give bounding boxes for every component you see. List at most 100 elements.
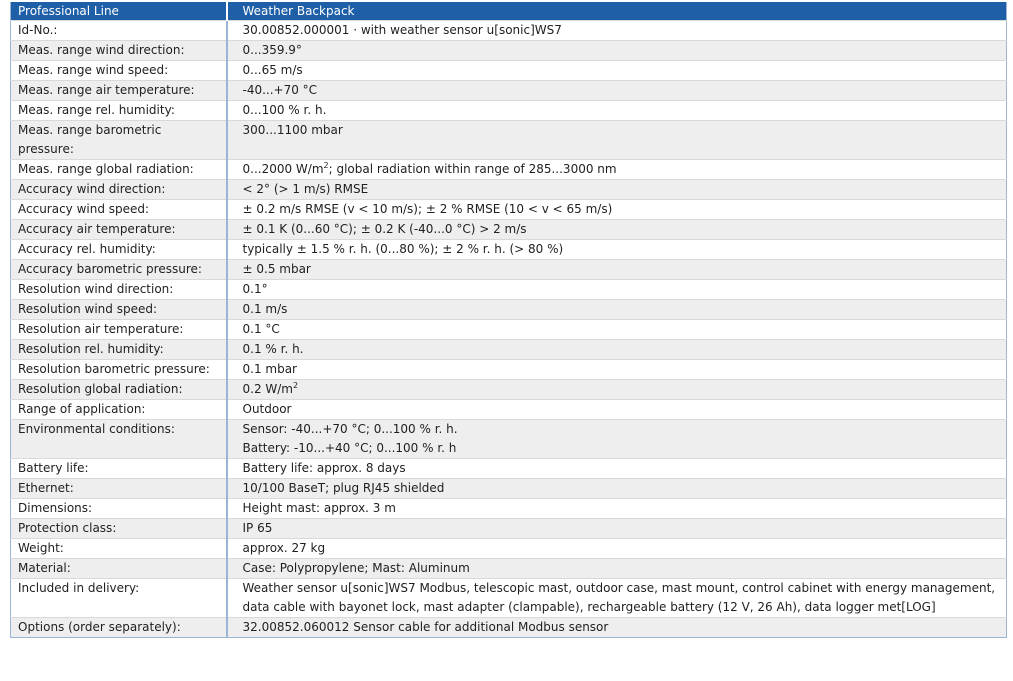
spec-value-text: 0.1 °C xyxy=(242,322,280,336)
table-row: Meas. range barometric pressure: 300...11… xyxy=(10,120,1007,160)
spec-value: IP 65 xyxy=(225,518,1007,539)
spec-value: 0...65 m/s xyxy=(225,60,1007,81)
table-row: Ethernet: 10/100 BaseT; plug RJ45 shielde… xyxy=(10,478,1007,499)
spec-value-text: 0.1 m/s xyxy=(242,302,288,316)
table-row: Options (order separately): 32.00852.0600… xyxy=(10,617,1007,638)
spec-label: Resolution rel. humidity: xyxy=(10,339,227,360)
spec-value: Outdoor xyxy=(225,399,1007,420)
spec-value: 0.1 mbar xyxy=(225,359,1007,380)
spec-label: Resolution air temperature: xyxy=(10,319,227,340)
table-row: Resolution wind direction: 0.1° xyxy=(10,279,1007,300)
table-row: Material: Case: Polypropylene; Mast: Alum… xyxy=(10,558,1007,579)
spec-label: Meas. range wind direction: xyxy=(10,40,227,61)
table-row: Resolution barometric pressure: 0.1 mbar xyxy=(10,359,1007,380)
spec-value-suffix: ; global radiation within range of 285..… xyxy=(328,162,617,176)
spec-value: Case: Polypropylene; Mast: Aluminum xyxy=(225,558,1007,579)
spec-value-text: ± 0.2 m/s RMSE (v < 10 m/s); ± 2 % RMSE … xyxy=(242,202,613,216)
table-row: Resolution air temperature: 0.1 °C xyxy=(10,319,1007,340)
spec-value-text: 300...1100 mbar xyxy=(242,123,343,137)
spec-label: Dimensions: xyxy=(10,498,227,519)
spec-value: Weather sensor u[sonic]WS7 Modbus, teles… xyxy=(225,578,1007,618)
spec-value-text: Sensor: -40...+70 °C; 0...100 % r. h. xyxy=(242,422,458,436)
spec-sheet: Professional Line Weather Backpack Id-No… xyxy=(10,2,1007,638)
table-row: Meas. range air temperature: -40...+70 °C xyxy=(10,80,1007,101)
spec-value: Height mast: approx. 3 m xyxy=(225,498,1007,519)
spec-label: Accuracy air temperature: xyxy=(10,219,227,240)
spec-value: ± 0.2 m/s RMSE (v < 10 m/s); ± 2 % RMSE … xyxy=(225,199,1007,220)
spec-value: 30.00852.000001 · with weather sensor u[… xyxy=(225,20,1007,41)
table-row: Included in delivery: Weather sensor u[so… xyxy=(10,578,1007,618)
spec-value: typically ± 1.5 % r. h. (0...80 %); ± 2 … xyxy=(225,239,1007,260)
table-row: Accuracy barometric pressure: ± 0.5 mbar xyxy=(10,259,1007,280)
table-row: Meas. range global radiation: 0...2000 W/… xyxy=(10,159,1007,180)
spec-value-text: 0...65 m/s xyxy=(242,63,303,77)
spec-value-text: 0.1° xyxy=(242,282,268,296)
spec-value: 32.00852.060012 Sensor cable for additio… xyxy=(225,617,1007,638)
table-row: Accuracy wind speed: ± 0.2 m/s RMSE (v < … xyxy=(10,199,1007,220)
table-header-row: Professional Line Weather Backpack xyxy=(10,2,1007,21)
spec-label: Resolution wind direction: xyxy=(10,279,227,300)
spec-label: Accuracy rel. humidity: xyxy=(10,239,227,260)
spec-value: 0.1 % r. h. xyxy=(225,339,1007,360)
spec-value-text: 0.1 mbar xyxy=(242,362,298,376)
spec-value-text: 0.1 % r. h. xyxy=(242,342,304,356)
spec-label: Meas. range barometric pressure: xyxy=(10,120,227,160)
spec-value-text: Height mast: approx. 3 m xyxy=(242,501,396,515)
spec-value: Sensor: -40...+70 °C; 0...100 % r. h. Bat… xyxy=(225,419,1007,459)
table-row: Environmental conditions: Sensor: -40...+… xyxy=(10,419,1007,459)
spec-value: -40...+70 °C xyxy=(225,80,1007,101)
spec-value-text: Outdoor xyxy=(242,402,292,416)
spec-label: Accuracy barometric pressure: xyxy=(10,259,227,280)
spec-label: Resolution barometric pressure: xyxy=(10,359,227,380)
table-row: Id-No.: 30.00852.000001 · with weather se… xyxy=(10,20,1007,41)
table-row: Range of application: Outdoor xyxy=(10,399,1007,420)
spec-value-text: IP 65 xyxy=(242,521,273,535)
spec-value: 0.1° xyxy=(225,279,1007,300)
spec-value-text: 0...359.9° xyxy=(242,43,302,57)
spec-label: Resolution wind speed: xyxy=(10,299,227,320)
table-row: Accuracy rel. humidity: typically ± 1.5 %… xyxy=(10,239,1007,260)
spec-value: 0.2 W/m2 xyxy=(225,379,1007,400)
spec-label: Options (order separately): xyxy=(10,617,227,638)
table-row: Resolution global radiation: 0.2 W/m2 xyxy=(10,379,1007,400)
table-row: Dimensions: Height mast: approx. 3 m xyxy=(10,498,1007,519)
spec-value-text: Weather sensor u[sonic]WS7 Modbus, teles… xyxy=(242,581,996,614)
spec-value: approx. 27 kg xyxy=(225,538,1007,559)
spec-value-text: 10/100 BaseT; plug RJ45 shielded xyxy=(242,481,445,495)
spec-label: Meas. range global radiation: xyxy=(10,159,227,180)
spec-value-text: 0...2000 W/m xyxy=(242,162,324,176)
spec-value: 300...1100 mbar xyxy=(225,120,1007,160)
table-row: Meas. range wind direction: 0...359.9° xyxy=(10,40,1007,61)
spec-value-text: -40...+70 °C xyxy=(242,83,318,97)
spec-label: Material: xyxy=(10,558,227,579)
header-product-line: Professional Line xyxy=(10,2,227,21)
spec-label: Weight: xyxy=(10,538,227,559)
spec-value-text: ± 0.5 mbar xyxy=(242,262,311,276)
table-row: Accuracy air temperature: ± 0.1 K (0...60… xyxy=(10,219,1007,240)
spec-table: Professional Line Weather Backpack Id-No… xyxy=(10,2,1007,638)
spec-value: 0.1 m/s xyxy=(225,299,1007,320)
spec-value-text: approx. 27 kg xyxy=(242,541,326,555)
spec-value: 0...100 % r. h. xyxy=(225,100,1007,121)
spec-value: 0...359.9° xyxy=(225,40,1007,61)
spec-label: Accuracy wind direction: xyxy=(10,179,227,200)
spec-value: 0...2000 W/m2; global radiation within r… xyxy=(225,159,1007,180)
spec-label: Meas. range air temperature: xyxy=(10,80,227,101)
table-row: Meas. range rel. humidity: 0...100 % r. h… xyxy=(10,100,1007,121)
spec-label: Environmental conditions: xyxy=(10,419,227,459)
spec-label: Resolution global radiation: xyxy=(10,379,227,400)
spec-value: 10/100 BaseT; plug RJ45 shielded xyxy=(225,478,1007,499)
spec-value: ± 0.5 mbar xyxy=(225,259,1007,280)
spec-label: Accuracy wind speed: xyxy=(10,199,227,220)
spec-value-text: typically ± 1.5 % r. h. (0...80 %); ± 2 … xyxy=(242,242,564,256)
table-row: Battery life: Battery life: approx. 8 day… xyxy=(10,458,1007,479)
spec-value-text: ± 0.1 K (0...60 °C); ± 0.2 K (-40...0 °C… xyxy=(242,222,527,236)
spec-value: Battery life: approx. 8 days xyxy=(225,458,1007,479)
spec-label: Protection class: xyxy=(10,518,227,539)
spec-body: Id-No.: 30.00852.000001 · with weather se… xyxy=(10,20,1007,638)
spec-value-line2: Battery: -10...+40 °C; 0...100 % r. h xyxy=(242,441,457,455)
table-row: Resolution wind speed: 0.1 m/s xyxy=(10,299,1007,320)
spec-value-text: 30.00852.000001 · with weather sensor u[… xyxy=(242,23,562,37)
spec-value-text: 0...100 % r. h. xyxy=(242,103,327,117)
spec-value-text: 32.00852.060012 Sensor cable for additio… xyxy=(242,620,609,634)
